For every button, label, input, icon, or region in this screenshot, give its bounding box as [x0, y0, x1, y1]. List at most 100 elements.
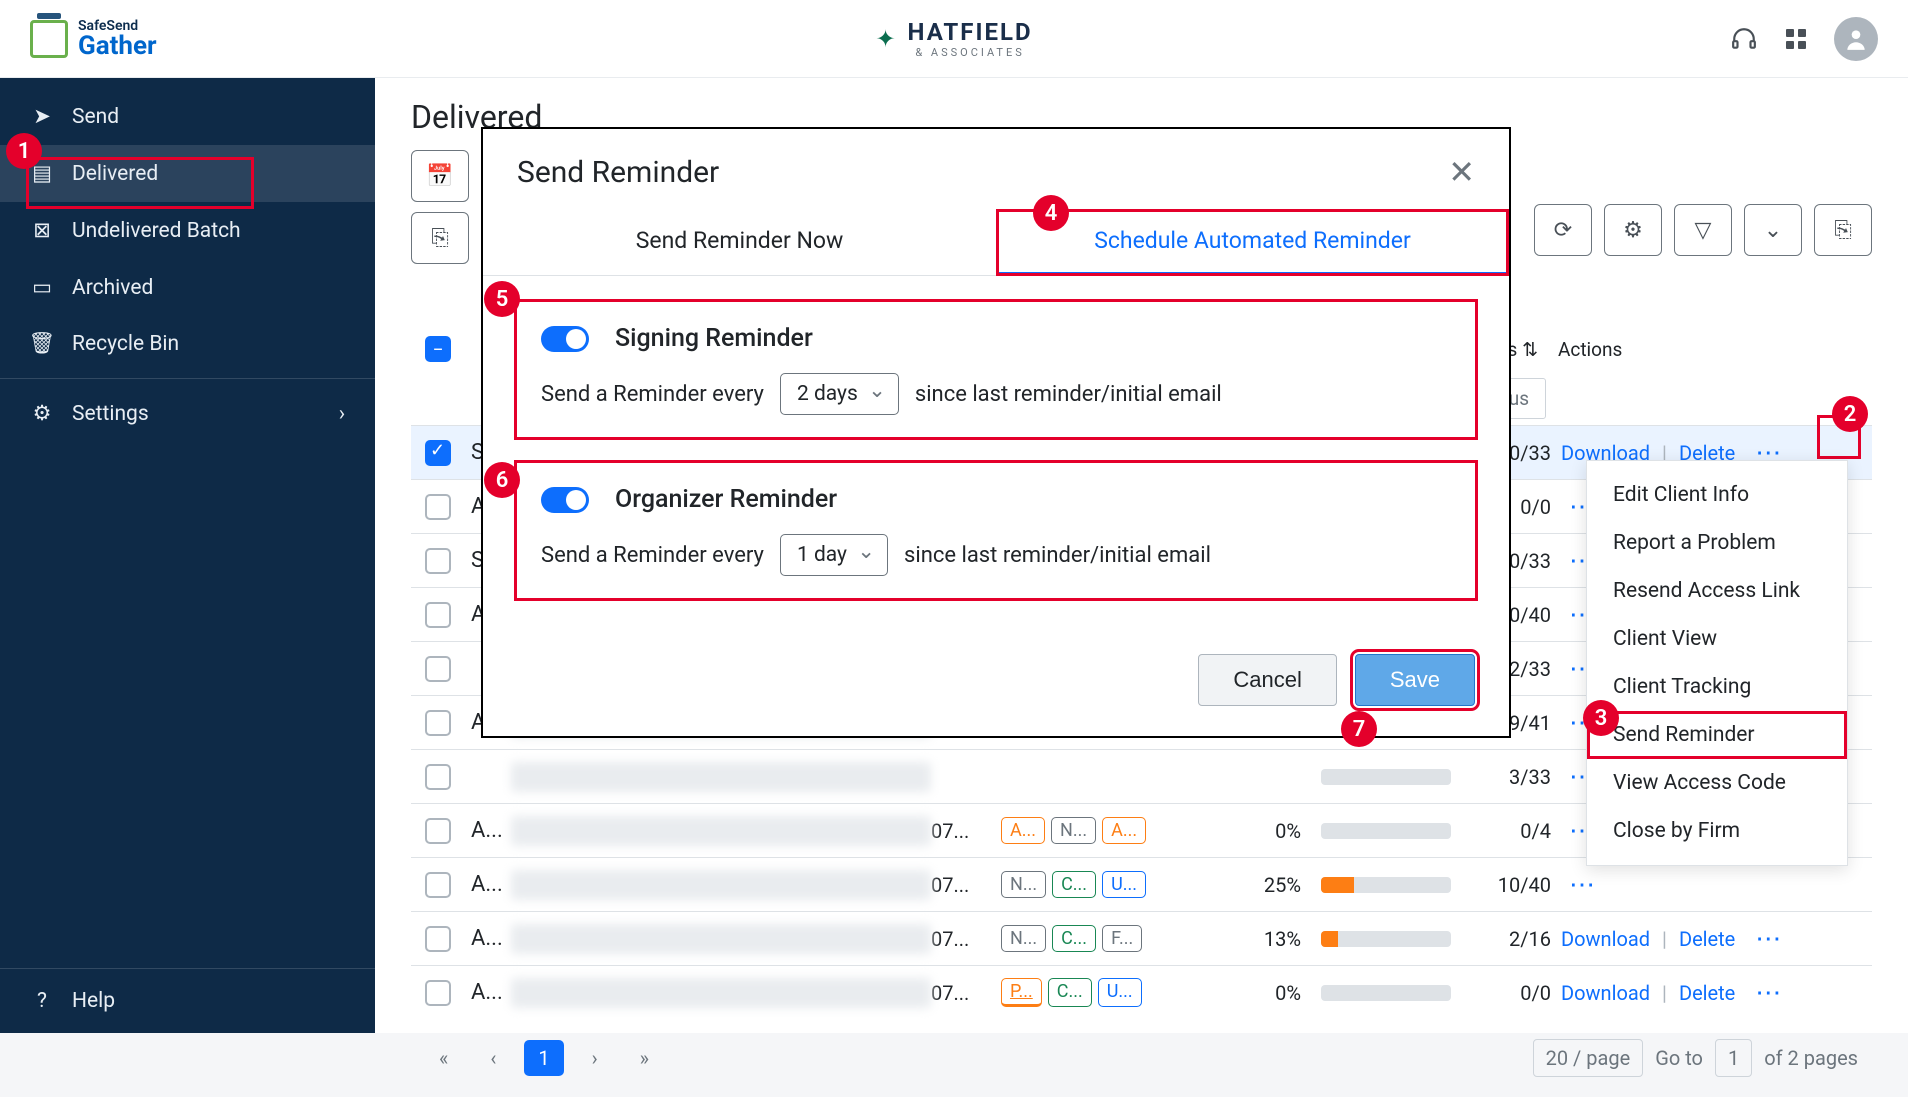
select-all-checkbox[interactable]: −: [425, 336, 451, 362]
row-name: A...: [451, 926, 511, 951]
sidebar-item-archived[interactable]: ▭Archived: [0, 259, 375, 316]
delete-link[interactable]: Delete: [1679, 981, 1735, 1005]
sidebar-item-delivered[interactable]: ▤Delivered: [0, 145, 375, 202]
row-checkbox[interactable]: [425, 494, 451, 520]
row-checkbox[interactable]: [425, 872, 451, 898]
chevron-right-icon: ›: [339, 402, 345, 426]
ctx-close-by-firm[interactable]: Close by Firm: [1587, 807, 1847, 855]
ctx-view-access-code[interactable]: View Access Code: [1587, 759, 1847, 807]
per-page-select[interactable]: 20 / page: [1533, 1039, 1644, 1077]
callout-1: 1: [6, 133, 42, 169]
brand-center: ✦ HATFIELD & ASSOCIATES: [875, 18, 1032, 59]
apps-grid-icon[interactable]: [1782, 25, 1810, 53]
sidebar-item-settings[interactable]: ⚙Settings›: [0, 385, 375, 442]
row-checkbox[interactable]: [425, 548, 451, 574]
x-box-icon: ⊠: [30, 218, 54, 243]
user-avatar[interactable]: [1834, 17, 1878, 61]
row-more-button[interactable]: ⋯: [1755, 924, 1783, 954]
ctx-client-view[interactable]: Client View: [1587, 615, 1847, 663]
ctx-resend-link[interactable]: Resend Access Link: [1587, 567, 1847, 615]
row-percent: 0%: [1191, 981, 1301, 1005]
download-link[interactable]: Download: [1561, 981, 1650, 1005]
download-link[interactable]: Download: [1561, 927, 1650, 951]
row-blurred-data: [511, 816, 931, 846]
organizer-reminder-title: Organizer Reminder: [615, 485, 837, 514]
row-percent: 0%: [1191, 819, 1301, 843]
logo-mark-icon: [30, 20, 68, 58]
progress-bar: [1321, 769, 1451, 785]
cancel-button[interactable]: Cancel: [1198, 654, 1336, 706]
row-blurred-data: [511, 762, 931, 792]
callout-3: 3: [1583, 700, 1619, 736]
status-badge: C...: [1052, 871, 1096, 898]
brand-name: HATFIELD: [908, 18, 1033, 46]
row-checkbox[interactable]: [425, 980, 451, 1006]
row-more-button[interactable]: ⋯: [1755, 978, 1783, 1008]
row-more-button[interactable]: ⋯: [1569, 870, 1597, 900]
status-badge: F...: [1102, 925, 1142, 952]
organizer-reminder-toggle[interactable]: [541, 487, 589, 513]
sidebar-item-send[interactable]: ➤Send: [0, 88, 375, 145]
row-docs-count: 3/33: [1471, 765, 1561, 789]
page-prev[interactable]: ‹: [476, 1040, 510, 1076]
table-row: A... 07... N...C...F... 13% 2/16 Downloa…: [411, 911, 1872, 965]
row-percent: 13%: [1191, 927, 1301, 951]
ctx-edit-client[interactable]: Edit Client Info: [1587, 471, 1847, 519]
export-button[interactable]: ⎘: [1814, 204, 1872, 256]
progress-bar: [1321, 823, 1451, 839]
save-button[interactable]: Save: [1355, 654, 1475, 706]
ctx-report-problem[interactable]: Report a Problem: [1587, 519, 1847, 567]
page-next[interactable]: ›: [578, 1040, 612, 1076]
toolbar-calendar-button[interactable]: 📅: [411, 150, 469, 202]
row-checkbox[interactable]: [425, 764, 451, 790]
ctx-send-reminder[interactable]: Send Reminder: [1587, 711, 1847, 759]
page-current[interactable]: 1: [524, 1040, 563, 1076]
gear-icon: ⚙: [30, 401, 54, 426]
refresh-button[interactable]: ⟳: [1534, 204, 1592, 256]
row-docs-count: 0/4: [1471, 819, 1561, 843]
headset-icon[interactable]: [1730, 25, 1758, 53]
signing-reminder-toggle[interactable]: [541, 326, 589, 352]
status-badge: U...: [1102, 871, 1146, 898]
row-checkbox[interactable]: [425, 926, 451, 952]
row-name: A...: [451, 872, 511, 897]
row-checkbox[interactable]: [425, 818, 451, 844]
filter-settings-button[interactable]: ⚙: [1604, 204, 1662, 256]
row-name: A...: [451, 818, 511, 843]
sidebar-item-recycle[interactable]: 🗑Recycle Bin: [0, 316, 375, 372]
top-bar: SafeSend Gather ✦ HATFIELD & ASSOCIATES: [0, 0, 1908, 78]
signing-reminder-title: Signing Reminder: [615, 324, 813, 353]
row-blurred-data: [511, 870, 931, 900]
chevron-down-button[interactable]: ⌄: [1744, 204, 1802, 256]
tab-send-now[interactable]: Send Reminder Now: [483, 209, 996, 276]
status-badge: P...: [1001, 978, 1042, 1007]
row-checkbox[interactable]: [425, 656, 451, 682]
callout-2: 2: [1832, 396, 1868, 432]
progress-bar: [1321, 931, 1451, 947]
filter-button[interactable]: ▽: [1674, 204, 1732, 256]
ctx-client-tracking[interactable]: Client Tracking: [1587, 663, 1847, 711]
row-checkbox[interactable]: [425, 602, 451, 628]
logo-text-2: Gather: [78, 33, 157, 59]
callout-7: 7: [1341, 711, 1377, 747]
send-reminder-modal: Send Reminder ✕ Send Reminder Now Schedu…: [481, 127, 1511, 738]
progress-bar: [1321, 985, 1451, 1001]
page-first[interactable]: «: [425, 1040, 462, 1076]
col-actions: Actions: [1558, 338, 1858, 361]
sort-icon[interactable]: ⇅: [1522, 338, 1538, 361]
tab-schedule-automated[interactable]: Schedule Automated Reminder: [996, 209, 1509, 276]
goto-page-input[interactable]: 1: [1715, 1039, 1752, 1077]
toolbar-door-button[interactable]: ⎘: [411, 212, 469, 264]
row-date: 07...: [931, 927, 1001, 951]
sidebar-help[interactable]: ? Help: [0, 968, 375, 1033]
row-checkbox[interactable]: [425, 710, 451, 736]
sidebar-item-undelivered[interactable]: ⊠Undelivered Batch: [0, 202, 375, 259]
callout-5: 5: [484, 281, 520, 317]
signing-interval-select[interactable]: 2 days: [780, 373, 899, 415]
page-last[interactable]: »: [626, 1040, 663, 1076]
organizer-interval-select[interactable]: 1 day: [780, 534, 888, 576]
row-checkbox[interactable]: [425, 440, 451, 466]
delete-link[interactable]: Delete: [1679, 927, 1735, 951]
status-badge: A...: [1102, 817, 1146, 844]
modal-close-button[interactable]: ✕: [1448, 153, 1475, 191]
